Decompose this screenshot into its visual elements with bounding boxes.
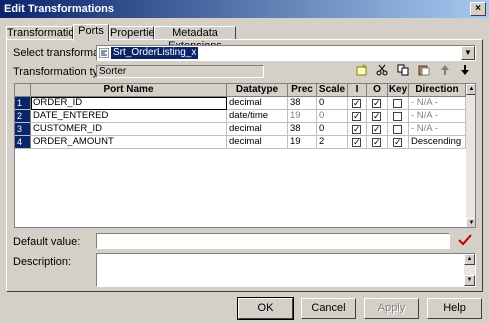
chevron-down-icon[interactable]: ▼ [461,46,475,60]
key-cell: ✓ [388,136,409,149]
o-checkbox[interactable]: ✓ [372,125,381,134]
tab-transformation[interactable]: Transformation [6,26,81,40]
default-value-label: Default value: [13,236,81,248]
cancel-button[interactable]: Cancel [301,298,356,319]
column-header-prec[interactable]: Prec [288,84,317,97]
key-checkbox[interactable] [393,99,402,108]
key-checkbox[interactable] [393,112,402,121]
datatype-cell[interactable]: decimal [227,123,288,136]
apply-button[interactable]: Apply [364,298,419,319]
description-textarea[interactable]: ▲ ▼ [96,253,476,287]
transformation-type-value: Sorter [96,65,264,78]
column-header-input[interactable]: I [348,84,367,97]
i-cell: ✓ [348,136,367,149]
row-number-header [15,84,31,97]
description-scroll-up-icon[interactable]: ▲ [464,254,475,265]
o-cell: ✓ [367,110,388,123]
move-down-icon[interactable] [458,64,472,78]
i-checkbox[interactable]: ✓ [352,125,361,134]
column-header-datatype[interactable]: Datatype [227,84,288,97]
scroll-down-icon[interactable]: ▼ [466,218,475,227]
direction-cell[interactable]: - N/A - [409,110,466,123]
scale-cell[interactable]: 0 [317,97,348,110]
key-checkbox[interactable]: ✓ [393,138,402,147]
i-cell: ✓ [348,123,367,136]
o-checkbox[interactable]: ✓ [372,138,381,147]
help-button[interactable]: Help [427,298,482,319]
port-name-cell[interactable]: ORDER_AMOUNT [31,136,227,149]
validate-checkmark-icon[interactable] [458,234,472,249]
i-checkbox[interactable]: ✓ [352,138,361,147]
key-cell [388,123,409,136]
prec-cell[interactable]: 38 [288,97,317,110]
datatype-cell[interactable]: date/time [227,110,288,123]
copy-icon[interactable] [396,64,410,78]
o-cell: ✓ [367,97,388,110]
grid-vertical-scrollbar[interactable]: ▲ ▼ [466,84,475,227]
i-checkbox[interactable]: ✓ [352,99,361,108]
o-checkbox[interactable]: ✓ [372,99,381,108]
scroll-up-icon[interactable]: ▲ [466,84,475,95]
port-name-cell[interactable]: DATE_ENTERED [31,110,227,123]
key-checkbox[interactable] [393,125,402,134]
direction-cell[interactable]: - N/A - [409,123,466,136]
scale-cell[interactable]: 0 [317,110,348,123]
default-value-input[interactable] [96,233,450,249]
cut-icon[interactable] [375,64,389,78]
row-number: 4 [15,136,31,149]
i-cell: ✓ [348,97,367,110]
datatype-cell[interactable]: decimal [227,136,288,149]
description-label: Description: [13,256,72,268]
paste-icon[interactable] [417,64,431,78]
row-number: 2 [15,110,31,123]
key-cell [388,110,409,123]
datatype-cell[interactable]: decimal [227,97,288,110]
ports-grid[interactable]: Port Name Datatype Prec Scale I O Key Di… [14,83,476,228]
row-number: 1 [15,97,31,110]
window-title: Edit Transformations [4,3,115,15]
ok-button[interactable]: OK [237,297,294,320]
i-checkbox[interactable]: ✓ [352,112,361,121]
prec-cell[interactable]: 19 [288,136,317,149]
column-header-direction[interactable]: Direction [409,84,466,97]
column-header-port-name[interactable]: Port Name [31,84,227,97]
tab-metadata-extensions[interactable]: Metadata Extensions [154,26,236,52]
column-header-output[interactable]: O [367,84,388,97]
column-header-scale[interactable]: Scale [317,84,348,97]
o-cell: ✓ [367,123,388,136]
prec-cell[interactable]: 38 [288,123,317,136]
o-cell: ✓ [367,136,388,149]
description-scrollbar[interactable]: ▲ ▼ [464,254,475,286]
direction-cell[interactable]: - N/A - [409,97,466,110]
prec-cell[interactable]: 19 [288,110,317,123]
scale-cell[interactable]: 2 [317,136,348,149]
sorter-icon [98,47,110,59]
new-port-icon[interactable] [355,64,369,78]
tab-ports[interactable]: Ports [73,24,109,41]
window-title-bar: Edit Transformations × [0,0,489,18]
tab-properties[interactable]: Properties [109,26,160,40]
port-name-cell[interactable]: ORDER_ID [31,97,227,110]
column-header-key[interactable]: Key [388,84,409,97]
description-scroll-down-icon[interactable]: ▼ [464,275,475,286]
close-button[interactable]: × [470,2,486,16]
row-number: 3 [15,123,31,136]
select-transformation-dropdown[interactable]: Srt_OrderListing_x ▼ [96,45,476,61]
select-transformation-value: Srt_OrderListing_x [111,47,199,59]
direction-cell[interactable]: Descending [409,136,466,149]
i-cell: ✓ [348,110,367,123]
key-cell [388,97,409,110]
o-checkbox[interactable]: ✓ [372,112,381,121]
port-name-cell[interactable]: CUSTOMER_ID [31,123,227,136]
scale-cell[interactable]: 0 [317,123,348,136]
move-up-icon[interactable] [438,64,452,78]
